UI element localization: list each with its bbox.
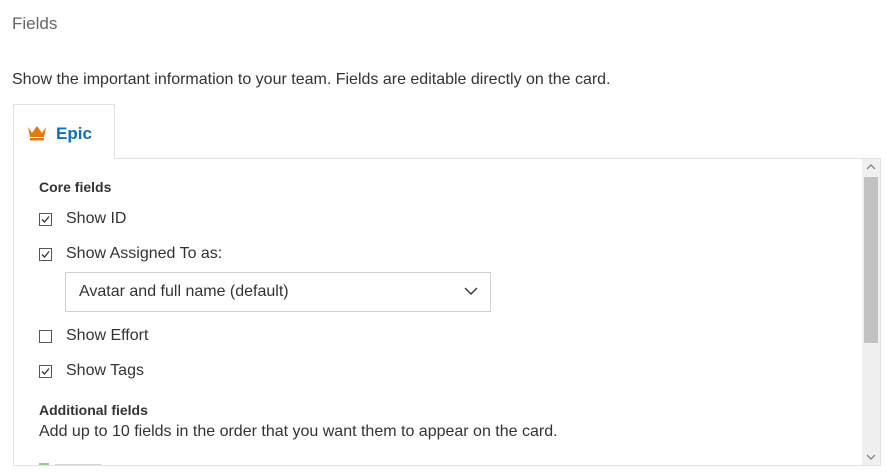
vertical-scrollbar[interactable] xyxy=(862,159,880,465)
show-effort-row[interactable]: Show Effort xyxy=(39,324,148,348)
show-assigned-to-label: Show Assigned To as: xyxy=(66,245,223,262)
assigned-to-display-value: Avatar and full name (default) xyxy=(79,283,289,300)
show-effort-label: Show Effort xyxy=(66,327,149,344)
chevron-down-icon xyxy=(464,287,478,295)
section-title: Fields xyxy=(12,14,58,33)
core-fields-heading: Core fields xyxy=(39,179,112,195)
show-tags-checkbox[interactable] xyxy=(39,364,52,378)
show-id-row[interactable]: Show ID xyxy=(39,207,126,231)
show-tags-label: Show Tags xyxy=(66,362,144,379)
scroll-up-button[interactable] xyxy=(862,159,880,176)
show-assigned-to-row[interactable]: Show Assigned To as: xyxy=(39,242,222,266)
tab-epic-label: Epic xyxy=(56,124,92,143)
checkmark-icon xyxy=(41,250,50,258)
tab-epic[interactable]: Epic xyxy=(13,104,115,159)
crown-icon xyxy=(28,126,46,141)
chevron-up-icon xyxy=(866,164,876,170)
add-field-row-partial xyxy=(39,463,101,465)
section-description: Show the important information to your t… xyxy=(12,71,611,88)
assigned-to-display-dropdown[interactable]: Avatar and full name (default) xyxy=(65,272,491,312)
checkmark-icon xyxy=(41,367,50,375)
fields-panel: Core fields Show ID Show Assigned To as:… xyxy=(13,158,881,466)
scroll-thumb[interactable] xyxy=(864,177,878,343)
show-id-checkbox[interactable] xyxy=(39,212,52,226)
chevron-down-icon xyxy=(866,454,876,460)
additional-fields-description: Add up to 10 fields in the order that yo… xyxy=(39,423,558,440)
show-tags-row[interactable]: Show Tags xyxy=(39,359,144,383)
show-effort-checkbox[interactable] xyxy=(39,329,52,343)
scroll-down-button[interactable] xyxy=(862,448,880,465)
additional-fields-heading: Additional fields xyxy=(39,402,148,418)
checkmark-icon xyxy=(41,215,50,223)
show-id-label: Show ID xyxy=(66,210,127,227)
show-assigned-to-checkbox[interactable] xyxy=(39,247,52,261)
